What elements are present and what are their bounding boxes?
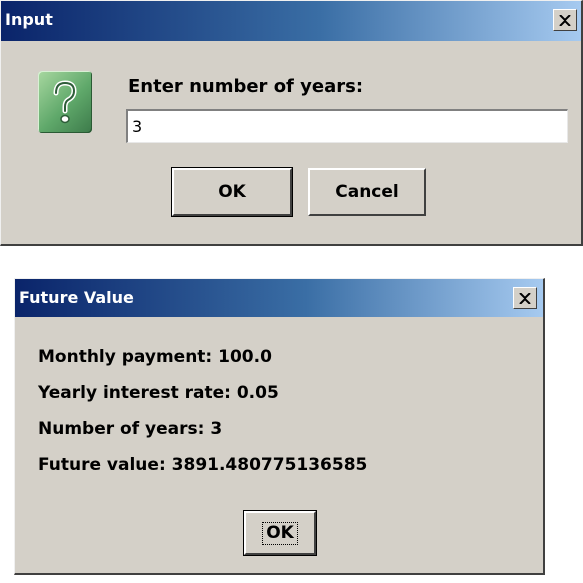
ok-button[interactable]: OK [171,167,293,217]
result-ok-button[interactable]: OK [243,510,317,556]
future-value-dialog: Future Value Monthly payment: 100.0 Year… [14,278,545,575]
future-value-dialog-titlebar[interactable]: Future Value [15,279,543,317]
years-input[interactable] [126,109,568,143]
future-value-text: Future value: 3891.480775136585 [38,455,368,475]
close-icon [559,14,571,26]
input-dialog-title: Input [5,10,53,29]
cancel-button[interactable]: Cancel [308,168,426,216]
prompt-label: Enter number of years: [128,76,364,97]
input-dialog-titlebar[interactable]: Input [1,1,581,41]
input-dialog-close-button[interactable] [553,9,577,31]
input-dialog: Input Enter number of years: OK Cancel [0,0,583,246]
monthly-payment-text: Monthly payment: 100.0 [38,347,272,367]
close-icon [519,292,531,304]
future-value-dialog-title: Future Value [19,288,134,307]
result-ok-label: OK [262,521,298,545]
interest-rate-text: Yearly interest rate: 0.05 [38,383,279,403]
future-value-dialog-close-button[interactable] [513,287,537,309]
question-icon [38,71,92,133]
number-of-years-text: Number of years: 3 [38,419,223,439]
